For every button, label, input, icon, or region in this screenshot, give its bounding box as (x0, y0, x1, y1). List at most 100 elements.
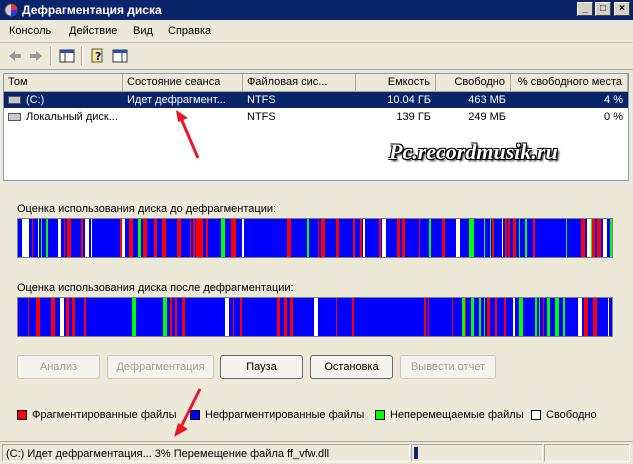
cluster-stripe (143, 219, 147, 257)
cluster-stripe (363, 219, 365, 257)
cluster-stripe (85, 219, 89, 257)
properties-icon[interactable] (111, 47, 129, 65)
menu-help[interactable]: Справка (168, 25, 211, 37)
cluster-stripe (429, 219, 431, 257)
column-header-volume[interactable]: Том (4, 74, 123, 91)
cell-capacity: 10.04 ГБ (387, 94, 431, 106)
cluster-stripe (233, 298, 234, 336)
cluster-stripe (235, 219, 236, 257)
cluster-stripe (583, 219, 585, 257)
show-hide-console-tree-icon[interactable] (58, 47, 76, 65)
before-defrag-cluster-map (17, 218, 613, 258)
menu-console[interactable]: Консоль (9, 25, 51, 37)
cluster-stripe (290, 298, 293, 336)
cluster-stripe (397, 219, 400, 257)
annotation-arrow-up-icon (176, 110, 200, 159)
progress-bar-fill (414, 447, 418, 459)
column-header-free-percent[interactable]: % свободного места (511, 74, 628, 91)
cluster-stripe (284, 298, 287, 336)
forward-arrow-icon[interactable] (27, 47, 45, 65)
cluster-stripe (22, 219, 26, 257)
unmovable-swatch (375, 410, 385, 420)
cluster-stripe (199, 219, 203, 257)
cluster-stripe (492, 219, 494, 257)
help-icon[interactable]: ? (89, 47, 107, 65)
cluster-stripe (513, 219, 516, 257)
cluster-stripe (442, 219, 445, 257)
cluster-stripe (336, 298, 337, 336)
cell-status: Идет дефрагмент... (127, 94, 226, 106)
cell-volume: Локальный диск... (26, 111, 118, 123)
cluster-stripe (352, 298, 354, 336)
defragment-button[interactable]: Дефрагментация (107, 355, 214, 379)
cluster-stripe (603, 219, 607, 257)
cluster-stripe (505, 219, 507, 257)
column-header-session-status[interactable]: Состояние сеанса (123, 74, 243, 91)
before-defrag-label: Оценка использования диска до дефрагмент… (17, 203, 277, 215)
cluster-stripe (469, 219, 470, 257)
cluster-stripe (321, 219, 325, 257)
defrag-app-icon (4, 3, 18, 17)
fragmented-swatch (17, 410, 27, 420)
status-text: (C:) Идет дефрагментация... 3% Перемещен… (2, 444, 410, 462)
cluster-stripe (547, 298, 550, 336)
cluster-stripe (177, 219, 181, 257)
cluster-stripe (465, 298, 466, 336)
table-row[interactable]: (C:) Идет дефрагмент... NTFS 10.04 ГБ 46… (4, 92, 628, 108)
cluster-stripe (91, 219, 92, 257)
cluster-stripe (353, 219, 355, 257)
maximize-button[interactable]: □ (595, 2, 611, 16)
cluster-stripe (129, 219, 133, 257)
status-pane-empty (544, 444, 630, 462)
cluster-stripe (578, 298, 582, 336)
back-arrow-icon[interactable] (6, 47, 24, 65)
cluster-stripe (566, 219, 567, 257)
cluster-stripe (594, 219, 595, 257)
cluster-stripe (336, 219, 339, 257)
progress-pane (411, 444, 543, 462)
cluster-stripe (484, 219, 485, 257)
cluster-stripe (452, 298, 453, 336)
cell-free: 463 МБ (468, 94, 506, 106)
cluster-stripe (419, 219, 420, 257)
column-header-free[interactable]: Свободно (436, 74, 511, 91)
cluster-stripe (28, 298, 29, 336)
cluster-stripe (162, 219, 166, 257)
defrag-window: Дефрагментация диска _ □ × Консоль Дейст… (0, 0, 633, 464)
analyze-button[interactable]: Анализ (17, 355, 100, 379)
cluster-stripe (519, 219, 520, 257)
cluster-stripe (38, 219, 39, 257)
column-header-capacity[interactable]: Емкость (356, 74, 436, 91)
cell-free-percent: 0 % (604, 111, 623, 123)
cluster-stripe (193, 219, 195, 257)
volume-list[interactable]: Том Состояние сеанса Файловая сис... Емк… (3, 73, 629, 181)
stop-button[interactable]: Остановка (310, 355, 393, 379)
cluster-stripe (593, 298, 597, 336)
menu-view[interactable]: Вид (133, 25, 153, 37)
column-header-filesystem[interactable]: Файловая сис... (243, 74, 356, 91)
cluster-stripe (287, 219, 291, 257)
watermark-text: Pc.recordmusik.ru (389, 139, 558, 164)
cluster-stripe (555, 298, 559, 336)
cluster-stripe (519, 298, 523, 336)
cluster-stripe (132, 298, 136, 336)
cluster-stripe (26, 219, 29, 257)
cluster-stripe (592, 219, 594, 257)
cluster-stripe (608, 298, 609, 336)
view-report-button[interactable]: Вывести отчет (400, 355, 496, 379)
cluster-stripe (67, 219, 71, 257)
annotation-arrow-down-icon (174, 388, 202, 437)
minimize-button[interactable]: _ (577, 2, 593, 16)
list-header: Том Состояние сеанса Файловая сис... Емк… (4, 74, 628, 92)
cluster-stripe (66, 298, 69, 336)
cluster-stripe (533, 219, 535, 257)
cluster-stripe (508, 219, 510, 257)
menu-action[interactable]: Действие (69, 25, 117, 37)
title-bar: Дефрагментация диска _ □ × (0, 0, 633, 20)
table-row[interactable]: Локальный диск... NTFS 139 ГБ 249 МБ 0 % (4, 109, 628, 125)
cluster-stripe (471, 298, 474, 336)
close-button[interactable]: × (614, 2, 630, 16)
cluster-stripe (58, 219, 61, 257)
cluster-stripe (32, 219, 33, 257)
pause-button[interactable]: Пауза (220, 355, 303, 379)
